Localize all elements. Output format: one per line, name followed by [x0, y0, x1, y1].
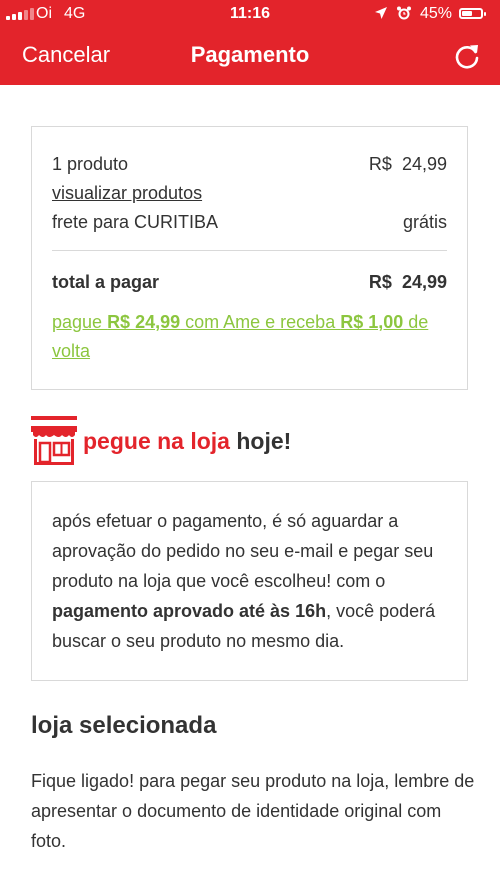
page-title: Pagamento: [190, 42, 310, 67]
location-arrow-icon: [374, 6, 388, 25]
divider: [52, 250, 447, 251]
pickup-title: pegue na loja hoje!: [83, 428, 291, 455]
pickup-title-highlight: pegue na loja: [83, 428, 230, 454]
currency: R$: [368, 154, 392, 174]
ame-text-1: pague: [52, 312, 108, 332]
shipping-row: frete para CURITIBA grátis: [52, 210, 447, 234]
selected-store-title: loja selecionada: [31, 712, 217, 739]
pickup-text-bold: pagamento aprovado até às 16h: [52, 601, 327, 621]
shipping-label: frete para CURITIBA: [52, 212, 219, 232]
total-value: 24,99: [401, 272, 447, 292]
status-bar: Oi 4G 11:16 45%: [0, 0, 500, 28]
pickup-text-1: após efetuar o pagamento, é só aguardar …: [52, 511, 434, 591]
pickup-header: pegue na loja hoje!: [31, 414, 471, 470]
view-products-link[interactable]: visualizar produtos: [52, 183, 202, 203]
pickup-title-today: hoje!: [236, 428, 292, 454]
order-summary: 1 produto R$ 24,99 visualizar produtos f…: [31, 126, 468, 390]
ame-cashback-link[interactable]: pague R$ 24,99 com Ame e receba R$ 1,00 …: [52, 308, 447, 366]
header: Oi 4G 11:16 45% Cancelar Pagamento: [0, 0, 500, 85]
pickup-info-text: após efetuar o pagamento, é só aguardar …: [52, 506, 453, 656]
ame-text-2: com Ame e receba: [180, 312, 341, 332]
alarm-clock-icon: [396, 5, 412, 26]
products-label: 1 produto: [52, 154, 129, 174]
shipping-value: grátis: [402, 212, 447, 232]
ame-cashback-amount: R$ 1,00: [340, 312, 404, 332]
total-currency: R$: [368, 272, 392, 292]
products-row: 1 produto R$ 24,99: [52, 152, 447, 176]
battery-icon: [459, 8, 486, 19]
store-icon: [31, 416, 77, 466]
nav-bar: Cancelar Pagamento: [0, 28, 500, 85]
battery-percent: 45%: [420, 5, 453, 22]
total-label: total a pagar: [52, 272, 160, 292]
selected-store-text: Fique ligado! para pegar seu produto na …: [31, 771, 475, 851]
products-value: 24,99: [401, 154, 447, 174]
refresh-icon[interactable]: [452, 42, 482, 72]
pickup-info-box: após efetuar o pagamento, é só aguardar …: [31, 481, 468, 681]
total-row: total a pagar R$ 24,99: [52, 270, 447, 294]
ame-amount: R$ 24,99: [107, 312, 181, 332]
